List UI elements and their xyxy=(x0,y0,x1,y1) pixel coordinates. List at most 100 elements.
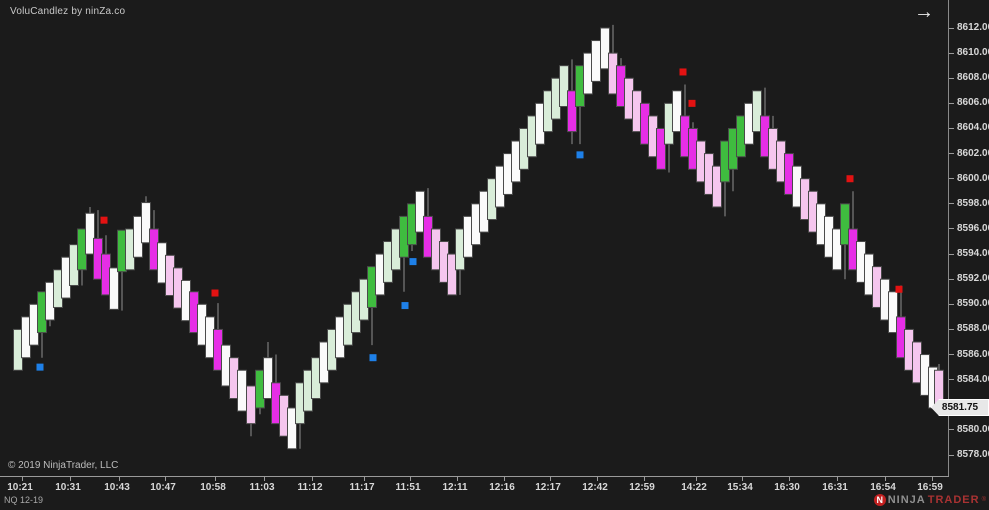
time-axis-tick xyxy=(215,477,216,481)
time-tick-label: 11:12 xyxy=(290,482,330,493)
time-axis-tick xyxy=(264,477,265,481)
price-axis-tick: 8580.00 xyxy=(949,424,989,436)
signal-marker-blue xyxy=(577,151,584,158)
time-tick-label: 12:11 xyxy=(435,482,475,493)
price-tick-label: 8592.00 xyxy=(957,273,989,284)
tick-mark xyxy=(949,28,954,29)
ninjatrader-logo-icon: N xyxy=(874,494,886,506)
candle xyxy=(247,386,256,424)
time-axis-tick xyxy=(742,477,743,481)
candle xyxy=(110,268,119,309)
time-axis-tick xyxy=(70,477,71,481)
signal-marker-red xyxy=(101,217,108,224)
price-axis-tick: 8596.00 xyxy=(949,223,989,235)
time-axis-tick xyxy=(312,477,313,481)
time-tick-label: 14:22 xyxy=(674,482,714,493)
tick-mark xyxy=(949,178,954,179)
tick-mark xyxy=(949,329,954,330)
price-axis-tick: 8594.00 xyxy=(949,248,989,260)
price-tick-label: 8602.00 xyxy=(957,148,989,159)
copyright-text: © 2019 NinjaTrader, LLC xyxy=(8,460,118,471)
last-price-badge: 8581.75 xyxy=(931,399,989,416)
price-axis-tick: 8584.00 xyxy=(949,374,989,386)
price-tick-label: 8580.00 xyxy=(957,424,989,435)
tick-mark xyxy=(949,128,954,129)
price-axis-tick: 8600.00 xyxy=(949,173,989,185)
logo-text-trader: TRADER xyxy=(928,494,980,506)
ninjatrader-chart-window: VoluCandlez by ninZa.co → 8612.00 8610.00… xyxy=(0,0,989,510)
signal-marker-blue xyxy=(370,354,377,361)
time-axis-tick xyxy=(885,477,886,481)
price-axis-tick: 8602.00 xyxy=(949,148,989,160)
price-tick-label: 8586.00 xyxy=(957,349,989,360)
tick-mark xyxy=(949,254,954,255)
price-tick-label: 8608.00 xyxy=(957,72,989,83)
go-to-latest-bar-arrow-icon[interactable]: → xyxy=(914,1,934,24)
time-axis-tick xyxy=(457,477,458,481)
time-axis-tick xyxy=(789,477,790,481)
tick-mark xyxy=(949,78,954,79)
time-tick-label: 16:54 xyxy=(863,482,903,493)
time-axis-tick xyxy=(932,477,933,481)
indicator-label: VoluCandlez by ninZa.co xyxy=(10,6,125,17)
price-axis-tick: 8604.00 xyxy=(949,122,989,134)
price-chart[interactable] xyxy=(0,0,949,477)
registered-mark: ® xyxy=(982,497,986,503)
time-axis-tick xyxy=(504,477,505,481)
time-tick-label: 10:43 xyxy=(97,482,137,493)
time-tick-label: 11:51 xyxy=(388,482,428,493)
tick-mark xyxy=(949,304,954,305)
tick-mark xyxy=(949,103,954,104)
price-axis-tick: 8586.00 xyxy=(949,349,989,361)
price-tick-label: 8610.00 xyxy=(957,47,989,58)
signal-marker-red xyxy=(680,68,687,75)
price-axis-tick: 8610.00 xyxy=(949,47,989,59)
time-axis-tick xyxy=(597,477,598,481)
price-axis-tick: 8578.00 xyxy=(949,449,989,461)
price-tick-label: 8596.00 xyxy=(957,223,989,234)
time-tick-label: 16:59 xyxy=(910,482,950,493)
time-tick-label: 16:31 xyxy=(815,482,855,493)
time-tick-label: 11:03 xyxy=(242,482,282,493)
price-axis-tick: 8588.00 xyxy=(949,323,989,335)
time-axis-tick xyxy=(119,477,120,481)
time-axis-tick xyxy=(644,477,645,481)
time-axis-tick xyxy=(165,477,166,481)
price-axis-tick: 8598.00 xyxy=(949,198,989,210)
time-axis-tick xyxy=(696,477,697,481)
price-axis-tick: 8612.00 xyxy=(949,22,989,34)
candle xyxy=(592,41,601,82)
price-axis-tick: 8606.00 xyxy=(949,97,989,109)
signal-marker-red xyxy=(212,290,219,297)
price-tick-label: 8594.00 xyxy=(957,248,989,259)
signal-marker-blue xyxy=(402,302,409,309)
time-tick-label: 15:34 xyxy=(720,482,760,493)
time-axis-tick xyxy=(410,477,411,481)
time-tick-label: 10:58 xyxy=(193,482,233,493)
tick-mark xyxy=(949,429,954,430)
candle xyxy=(238,370,247,411)
price-tick-label: 8612.00 xyxy=(957,22,989,33)
instrument-label: NQ 12-19 xyxy=(4,495,43,505)
price-tick-label: 8590.00 xyxy=(957,298,989,309)
price-tick-label: 8600.00 xyxy=(957,173,989,184)
price-tick-label: 8578.00 xyxy=(957,449,989,460)
time-tick-label: 10:31 xyxy=(48,482,88,493)
time-axis-tick xyxy=(364,477,365,481)
tick-mark xyxy=(949,379,954,380)
signal-marker-red xyxy=(896,286,903,293)
time-axis-line xyxy=(0,476,949,477)
time-tick-label: 12:59 xyxy=(622,482,662,493)
tick-mark xyxy=(949,279,954,280)
time-tick-label: 10:21 xyxy=(0,482,40,493)
time-tick-label: 12:42 xyxy=(575,482,615,493)
time-tick-label: 12:17 xyxy=(528,482,568,493)
signal-marker-blue xyxy=(37,364,44,371)
tick-mark xyxy=(949,153,954,154)
time-axis-tick xyxy=(550,477,551,481)
tick-mark xyxy=(949,455,954,456)
logo-text-ninja: NINJA xyxy=(888,494,926,506)
time-tick-label: 10:47 xyxy=(143,482,183,493)
time-tick-label: 16:30 xyxy=(767,482,807,493)
time-tick-label: 12:16 xyxy=(482,482,522,493)
